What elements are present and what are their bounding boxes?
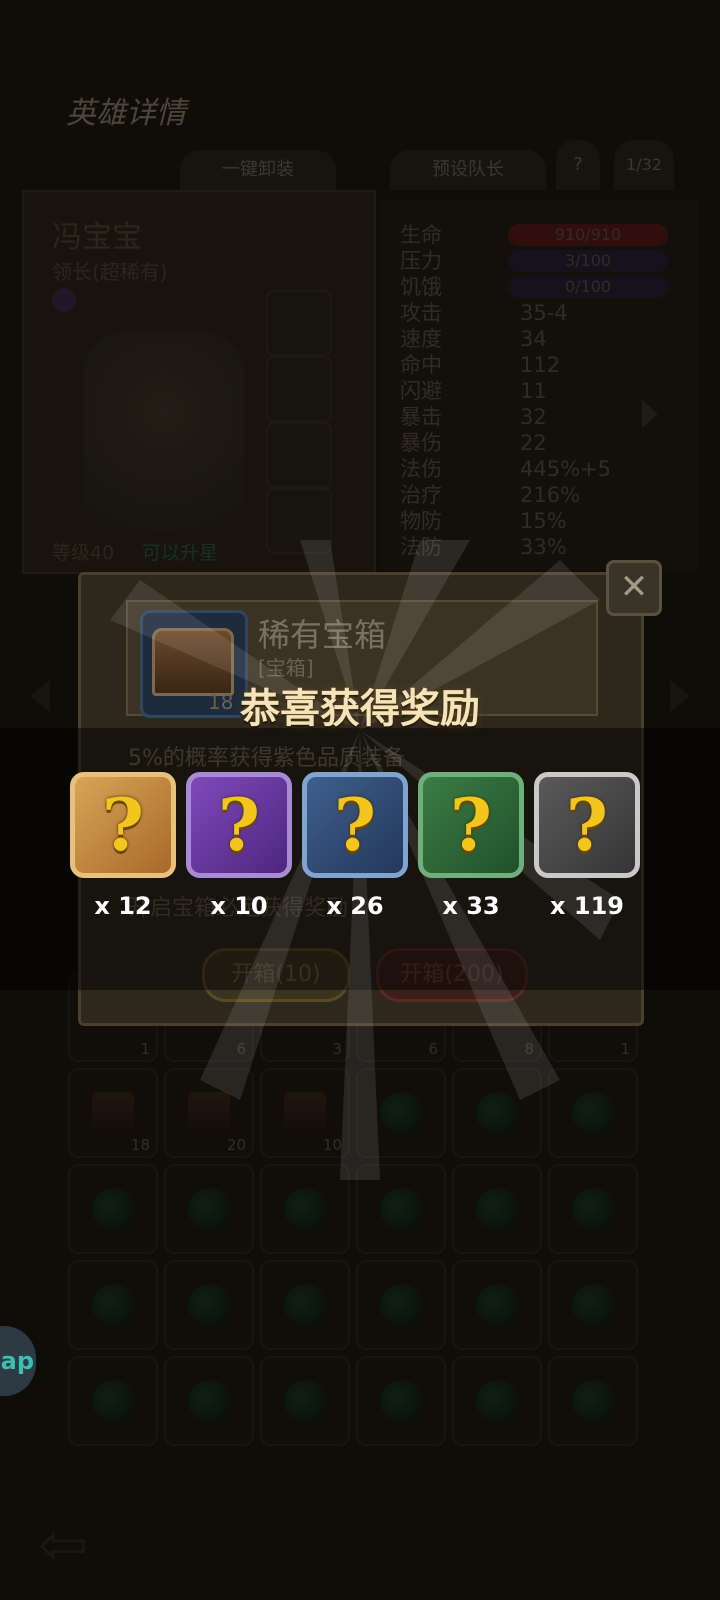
reward-card-common[interactable]: ? [534,772,640,878]
reward-title: 恭喜获得奖励 [240,686,480,732]
reward-quantity: x 10 [210,892,268,920]
question-mark-icon: ? [101,782,145,867]
reward-quantity: x 33 [442,892,500,920]
question-mark-icon: ? [217,782,261,867]
item-name: 稀有宝箱 [258,616,387,654]
close-icon: ✕ [619,567,649,607]
reward-card-uncommon[interactable]: ? [418,772,524,878]
question-mark-icon: ? [565,782,609,867]
reward-card-legendary[interactable]: ? [70,772,176,878]
question-mark-icon: ? [333,782,377,867]
reward-quantity: x 119 [550,892,624,920]
reward-card-rare[interactable]: ? [302,772,408,878]
reward-quantity: x 12 [94,892,152,920]
close-button[interactable]: ✕ [606,560,662,616]
reward-quantity: x 26 [326,892,384,920]
floating-app-bubble[interactable]: ap [0,1326,36,1396]
question-mark-icon: ? [449,782,493,867]
reward-card-epic[interactable]: ? [186,772,292,878]
